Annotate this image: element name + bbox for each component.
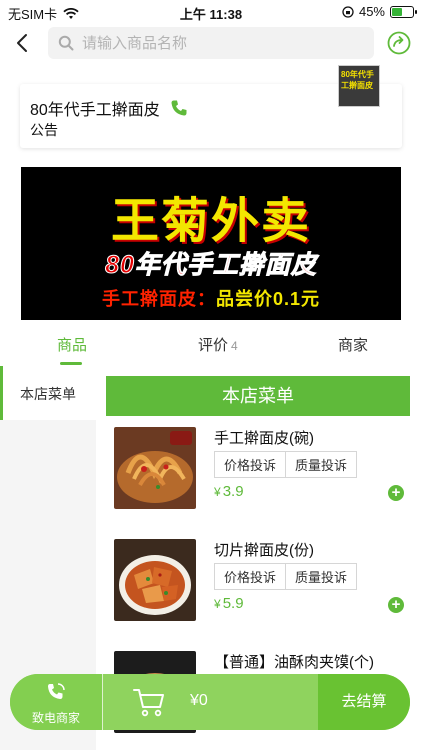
tab-reviews-count: 4 — [231, 339, 238, 353]
price-value: 3.9 — [222, 483, 244, 500]
product-name: 手工擀面皮(碗) — [214, 430, 314, 447]
cart-bar: 致电商家 ¥0 去结算 — [10, 674, 410, 730]
battery-icon — [390, 5, 417, 18]
currency-symbol: ¥ — [214, 597, 221, 611]
product-price: ¥3.9 — [214, 483, 244, 500]
quality-complaint-button[interactable]: 质量投诉 — [286, 563, 358, 590]
complaint-tags: 价格投诉 质量投诉 — [214, 451, 358, 478]
shop-name-row: 80年代手工擀面皮 — [30, 96, 188, 120]
price-complaint-button[interactable]: 价格投诉 — [214, 451, 287, 478]
currency-symbol: ¥ — [214, 485, 221, 499]
phone-icon[interactable] — [170, 99, 188, 117]
tab-merchant-label: 商家 — [338, 337, 369, 354]
back-arrow-icon[interactable] — [12, 32, 34, 54]
shop-name: 80年代手工擀面皮 — [30, 102, 160, 119]
product-item[interactable]: 切片擀面皮(份) 价格投诉 质量投诉 ¥5.9 + — [106, 539, 410, 639]
cart-total: ¥0 — [190, 692, 208, 709]
product-item[interactable]: 手工擀面皮(碗) 价格投诉 质量投诉 ¥3.9 + — [106, 427, 410, 527]
sidebar-item-menu[interactable]: 本店菜单 — [0, 366, 96, 420]
product-name: 切片擀面皮(份) — [214, 542, 314, 559]
complaint-tags: 价格投诉 质量投诉 — [214, 563, 358, 590]
battery-level-fill — [392, 7, 402, 16]
menu-section-header: 本店菜单 — [106, 376, 410, 416]
battery-cap — [415, 9, 417, 14]
status-right: 45% — [342, 4, 417, 19]
search-bar[interactable] — [48, 27, 374, 59]
shop-logo-text: 80年代手工擀面皮 — [341, 70, 374, 90]
shop-banner: 王菊外卖 80年代手工擀面皮 手工擀面皮：品尝价0.1元 — [21, 167, 401, 320]
tab-reviews-label: 评价 — [198, 337, 229, 354]
product-name: 【普通】油酥肉夹馍(个) — [214, 654, 374, 671]
product-price: ¥5.9 — [214, 595, 244, 612]
sidebar-active-indicator — [0, 366, 3, 420]
product-image — [114, 539, 196, 621]
banner-title: 王菊外卖 — [110, 193, 311, 249]
price-value: 5.9 — [222, 595, 244, 612]
top-bar — [0, 24, 422, 64]
call-merchant-button[interactable]: 致电商家 — [10, 674, 102, 730]
product-image — [114, 427, 196, 509]
tab-goods-label: 商品 — [57, 337, 88, 354]
cart-icon[interactable] — [132, 686, 166, 718]
banner-promo-price: 品尝价0.1元 — [215, 289, 321, 309]
shop-logo: 80年代手工擀面皮 — [338, 65, 380, 107]
search-input[interactable] — [82, 34, 342, 52]
tab-merchant[interactable]: 商家 — [338, 334, 368, 355]
add-to-cart-button[interactable]: + — [388, 597, 404, 613]
banner-promo: 手工擀面皮：品尝价0.1元 — [21, 285, 401, 311]
banner-subtitle: 80年代手工擀面皮 — [105, 251, 317, 280]
checkout-button[interactable]: 去结算 — [318, 674, 410, 730]
divider — [102, 674, 103, 730]
tab-reviews[interactable]: 评价 4 — [198, 334, 238, 355]
banner-promo-prefix: 手工擀面皮： — [101, 289, 216, 309]
search-icon — [58, 35, 74, 51]
share-icon[interactable] — [386, 30, 412, 56]
active-tab-indicator — [60, 362, 82, 365]
quality-complaint-button[interactable]: 质量投诉 — [286, 451, 358, 478]
status-bar: 无SIM卡 上午 11:38 45% — [0, 0, 422, 24]
shop-notice-label[interactable]: 公告 — [30, 120, 58, 140]
price-complaint-button[interactable]: 价格投诉 — [214, 563, 287, 590]
add-to-cart-button[interactable]: + — [388, 485, 404, 501]
call-icon — [48, 683, 65, 699]
battery-percent: 45% — [358, 4, 385, 19]
tab-bar: 商品 评价 4 商家 — [0, 322, 422, 366]
call-merchant-label: 致电商家 — [31, 711, 80, 725]
orientation-lock-icon — [342, 5, 354, 18]
tab-goods[interactable]: 商品 — [57, 334, 87, 355]
sidebar-item-label: 本店菜单 — [20, 386, 76, 402]
